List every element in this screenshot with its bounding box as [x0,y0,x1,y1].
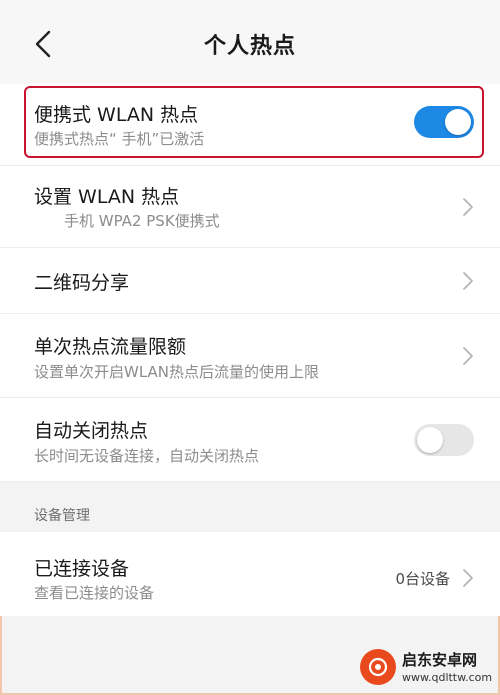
chevron-right-icon [463,347,473,365]
row-title: 便携式 WLAN 热点 [34,104,199,126]
row-subtitle: 便携式热点“ 手机”已激活 [34,130,205,148]
row-portable-wlan-hotspot[interactable]: 便携式 WLAN 热点 便携式热点“ 手机”已激活 [0,84,500,166]
row-title: 单次热点流量限额 [34,336,187,358]
watermark: 启东安卓网 www.qdlttw.com [360,645,492,691]
toggle-knob [445,109,471,135]
page-title: 个人热点 [203,34,296,59]
section-label-device-management: 设备管理 [34,508,90,524]
watermark-title: 启东安卓网 [402,651,478,669]
device-count: 0台设备 [395,570,450,588]
row-qr-code-share[interactable]: 二维码分享 [0,248,500,314]
row-title: 二维码分享 [34,272,130,294]
auto-close-toggle-off[interactable] [414,424,474,456]
watermark-logo-icon [360,649,396,685]
row-subtitle: 查看已连接的设备 [34,584,155,602]
chevron-right-icon [463,272,473,290]
watermark-url: www.qdlttw.com [402,671,493,684]
row-title: 已连接设备 [34,558,130,580]
row-subtitle: 手机 WPA2 PSK便携式 [64,212,220,230]
chevron-right-icon [463,198,473,216]
row-setup-wlan-hotspot[interactable]: 设置 WLAN 热点 手机 WPA2 PSK便携式 [0,166,500,248]
row-subtitle: 设置单次开启WLAN热点后流量的使用上限 [34,363,320,381]
row-connected-devices[interactable]: 已连接设备 查看已连接的设备 0台设备 [0,532,500,616]
settings-list: 便携式 WLAN 热点 便携式热点“ 手机”已激活 设置 WLAN 热点 手机 … [0,84,500,482]
row-data-limit[interactable]: 单次热点流量限额 设置单次开启WLAN热点后流量的使用上限 [0,314,500,398]
row-subtitle: 长时间无设备连接，自动关闭热点 [34,447,260,465]
top-bar: 个人热点 [0,0,500,85]
chevron-right-icon [463,569,473,587]
row-title: 自动关闭热点 [34,420,149,442]
hotspot-toggle-on[interactable] [414,106,474,138]
row-auto-close-hotspot[interactable]: 自动关闭热点 长时间无设备连接，自动关闭热点 [0,398,500,482]
toggle-knob [417,427,443,453]
row-title: 设置 WLAN 热点 [34,186,180,208]
